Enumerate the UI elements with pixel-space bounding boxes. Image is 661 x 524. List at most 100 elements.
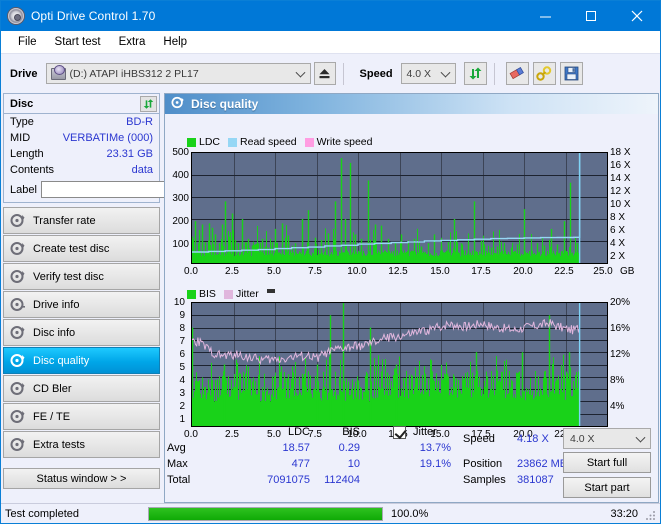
drive-select[interactable]: (D:) ATAPI iHBS312 2 PL17 xyxy=(45,63,311,84)
legend-swatch-write-speed xyxy=(304,137,314,147)
refresh-icon xyxy=(143,98,154,109)
sidebar-item-cd-bler[interactable]: CD Bler xyxy=(3,375,160,402)
sidebar-item-create-test-disc[interactable]: Create test disc xyxy=(3,235,160,262)
sidebar-item-drive-info[interactable]: Drive info xyxy=(3,291,160,318)
legend-label-ldc: LDC xyxy=(199,136,221,148)
navigation-list: Transfer rate Create test disc Verify te… xyxy=(3,207,160,458)
menu-bar: File Start test Extra Help xyxy=(1,31,660,53)
sidebar-item-label: Disc info xyxy=(33,326,76,339)
stats-samples-label: Samples xyxy=(463,474,506,486)
page-title: Disc quality xyxy=(191,97,259,111)
menu-item-extra[interactable]: Extra xyxy=(110,34,155,50)
test-speed-select[interactable]: 4.0 X xyxy=(563,428,651,449)
disc-scan-icon xyxy=(10,353,26,368)
sidebar-item-disc-quality[interactable]: Disc quality xyxy=(3,347,160,374)
y-tick-left: 100 xyxy=(172,239,189,250)
legend-label-bis: BIS xyxy=(199,288,216,300)
progress-bar-track xyxy=(148,506,383,521)
stats-total-bis: 112404 xyxy=(324,474,360,486)
disc-row-value: VERBATIMe (000) xyxy=(62,132,153,144)
menu-item-file[interactable]: File xyxy=(9,34,46,50)
y2-tick-right: 2 X xyxy=(610,251,626,262)
legend-swatch-bis xyxy=(187,289,196,299)
drive-icon xyxy=(50,64,66,80)
y2-tick-right: 8% xyxy=(610,375,625,386)
maximize-button[interactable] xyxy=(568,1,614,31)
legend-label-read-speed: Read speed xyxy=(240,136,297,148)
window-controls xyxy=(522,1,660,31)
drive-select-value: (D:) ATAPI iHBS312 2 PL17 xyxy=(69,67,199,80)
x-axis-unit: GB xyxy=(620,266,635,277)
resize-grip[interactable] xyxy=(645,509,657,521)
sidebar-item-verify-test-disc[interactable]: Verify test disc xyxy=(3,263,160,290)
y2-tick-right: 14 X xyxy=(610,173,631,184)
status-window-button[interactable]: Status window > > xyxy=(3,468,160,489)
x-tick: 2.5 xyxy=(225,266,239,277)
disc-row-value: data xyxy=(131,164,153,176)
wrench-icon xyxy=(536,66,552,81)
y-tick-left: 7 xyxy=(179,336,185,347)
speed-select[interactable]: 4.0 X xyxy=(400,63,456,84)
save-button[interactable] xyxy=(559,62,583,85)
y-tick-left: 5 xyxy=(179,362,185,373)
toolbar-separator-2 xyxy=(493,62,495,85)
stats-col-ldc: LDC xyxy=(287,426,310,438)
sidebar-item-label: Drive info xyxy=(33,298,80,311)
jitter-checkbox[interactable] xyxy=(393,426,406,439)
stats-total-ldc: 7091075 xyxy=(267,474,310,486)
y2-tick-right: 18 X xyxy=(610,147,631,158)
sidebar: Disc Type BD-R MID VERBATIMe (000) Lengt… xyxy=(3,93,244,503)
toolbar-separator-1 xyxy=(342,62,344,85)
main-panel-header: Disc quality xyxy=(165,94,658,114)
menu-item-help[interactable]: Help xyxy=(154,34,196,50)
sidebar-item-label: Disc quality xyxy=(33,354,90,367)
y-tick-left: 2 xyxy=(179,401,185,412)
disc-refresh-button[interactable] xyxy=(140,95,157,112)
erase-button[interactable] xyxy=(505,62,529,85)
y2-tick-right: 16 X xyxy=(610,160,631,171)
stats-row-avg: Avg xyxy=(167,442,186,454)
plot-area-bis[interactable] xyxy=(191,302,608,427)
disc-scan-icon xyxy=(10,297,26,312)
toolbar: Drive (D:) ATAPI iHBS312 2 PL17 Speed 4.… xyxy=(1,53,660,93)
y2-tick-right: 10 X xyxy=(610,199,631,210)
sidebar-item-extra-tests[interactable]: Extra tests xyxy=(3,431,160,458)
close-icon xyxy=(631,10,643,22)
sidebar-item-fe-te[interactable]: FE / TE xyxy=(3,403,160,430)
chevron-down-icon xyxy=(635,432,646,443)
eject-button[interactable] xyxy=(313,62,336,85)
disc-row-value: 23.31 GB xyxy=(106,148,153,160)
maximize-icon xyxy=(586,11,596,21)
elapsed-time: 33:20 xyxy=(610,507,638,520)
disc-panel-header: Disc xyxy=(4,94,159,114)
plot-area-ldc[interactable] xyxy=(191,152,608,264)
disc-scan-icon xyxy=(10,269,26,284)
y2-tick-right: 12% xyxy=(610,349,631,360)
refresh-button[interactable] xyxy=(463,62,487,85)
disc-scan-icon xyxy=(10,381,26,396)
stats-max-jitter: 19.1% xyxy=(419,458,451,470)
x-tick: 12.5 xyxy=(388,266,408,277)
sidebar-item-disc-info[interactable]: Disc info xyxy=(3,319,160,346)
tools-button[interactable] xyxy=(532,62,556,85)
legend-label-write-speed: Write speed xyxy=(316,136,373,148)
x-tick: 17.5 xyxy=(471,266,491,277)
minimize-icon xyxy=(539,16,551,17)
disc-label-key: Label xyxy=(10,183,37,196)
close-button[interactable] xyxy=(614,1,660,31)
minimize-button[interactable] xyxy=(522,1,568,31)
disc-scan-icon xyxy=(10,409,26,424)
drive-label: Drive xyxy=(10,67,38,80)
y-tick-left: 10 xyxy=(173,297,185,308)
sidebar-item-transfer-rate[interactable]: Transfer rate xyxy=(3,207,160,234)
x-tick: 5.0 xyxy=(267,266,281,277)
start-part-button[interactable]: Start part xyxy=(563,477,651,498)
legend-label-jitter: Jitter xyxy=(235,288,259,300)
stats-row-total: Total xyxy=(167,474,191,486)
stats-speed-value: 4.18 X xyxy=(517,433,549,445)
menu-item-start-test[interactable]: Start test xyxy=(46,34,110,50)
speed-label: Speed xyxy=(359,67,393,80)
start-full-button[interactable]: Start full xyxy=(563,452,651,473)
disc-scan-icon xyxy=(10,241,26,256)
y2-tick-right: 4 X xyxy=(610,238,626,249)
